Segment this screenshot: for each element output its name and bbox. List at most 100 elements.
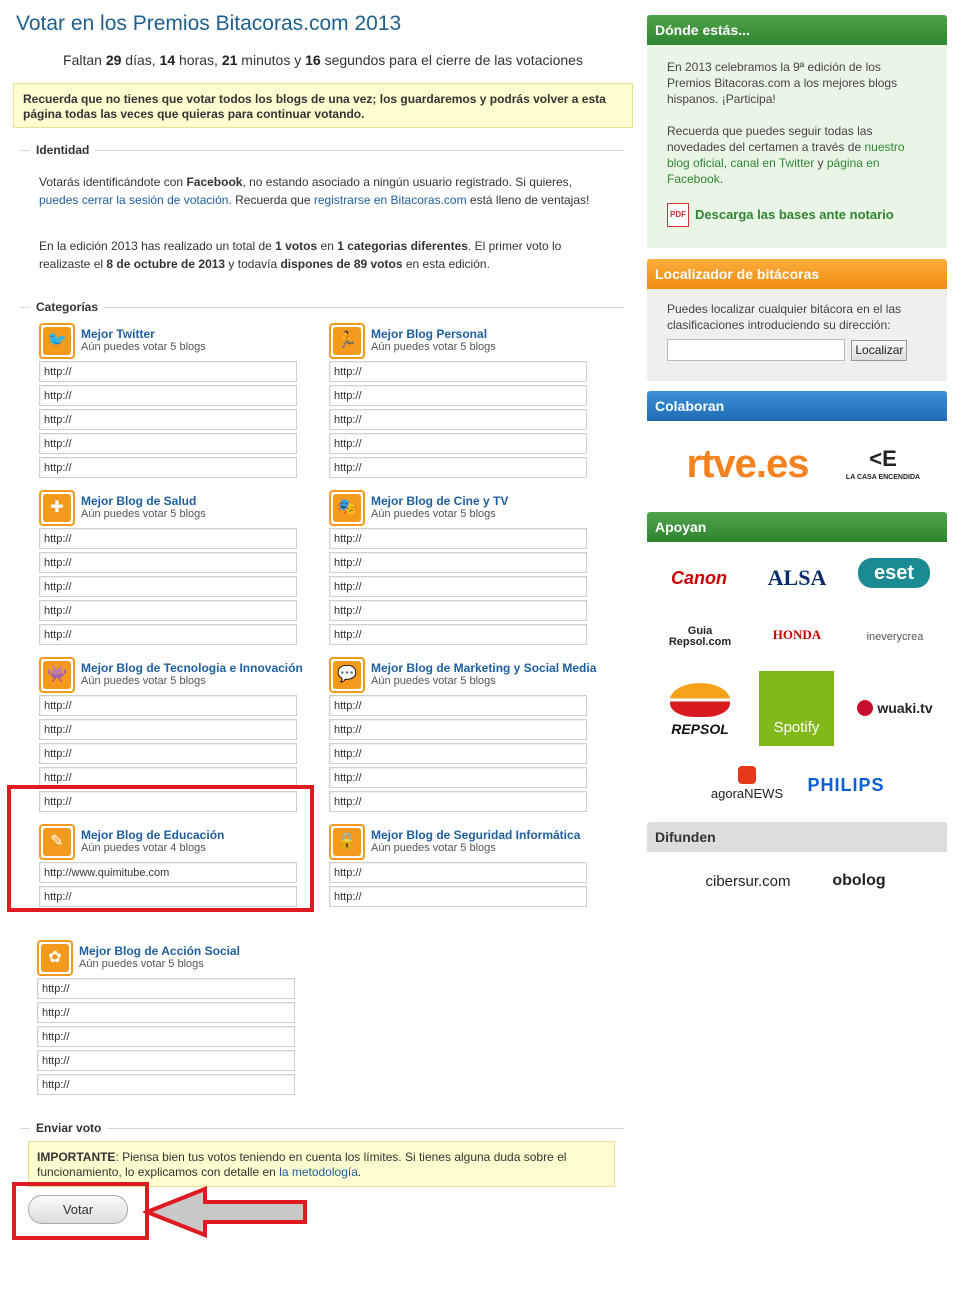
blog-url-field[interactable] bbox=[329, 695, 587, 716]
where-intro: En 2013 celebramos la 9ª edición de los … bbox=[667, 60, 898, 106]
categories-section: Categorías bbox=[20, 300, 624, 314]
blog-url-field[interactable] bbox=[329, 433, 587, 454]
identity-text: En la edición 2013 has realizado un tota… bbox=[39, 239, 276, 253]
countdown-hours: 14 bbox=[159, 52, 176, 68]
blog-url-field[interactable] bbox=[329, 457, 587, 478]
identity-section: Identidad Votarás identificándote con Fa… bbox=[20, 143, 624, 271]
methodology-link[interactable]: la metodología bbox=[279, 1165, 358, 1179]
blog-url-field[interactable] bbox=[37, 978, 295, 999]
blog-url-field[interactable] bbox=[329, 719, 587, 740]
agoranews-logo-text: agoraNEWS bbox=[710, 785, 784, 801]
blog-url-field[interactable] bbox=[329, 576, 587, 597]
blog-url-field[interactable] bbox=[37, 1050, 295, 1071]
blog-url-field[interactable] bbox=[329, 791, 587, 812]
flower-icon: ✿ bbox=[37, 940, 73, 976]
canon-logo[interactable]: Canon bbox=[664, 565, 734, 591]
identity-text: , no estando asociado a ningún usuario r… bbox=[242, 175, 573, 189]
category-block: ✿ Mejor Blog de Acción Social Aún puedes v… bbox=[37, 940, 297, 1095]
philips-logo[interactable]: PHILIPS bbox=[803, 772, 889, 798]
category-title-link[interactable]: Mejor Blog de Marketing y Social Media bbox=[371, 661, 596, 675]
blog-url-field[interactable] bbox=[39, 624, 297, 645]
blog-url-input[interactable] bbox=[667, 339, 845, 361]
spotify-logo-text: Spotify bbox=[773, 719, 820, 736]
countdown-seconds: 16 bbox=[305, 52, 321, 68]
guia-repsol-logo[interactable]: Guia Repsol.com bbox=[664, 624, 736, 650]
blog-url-field[interactable] bbox=[37, 1074, 295, 1095]
category-title-link[interactable]: Mejor Blog de Tecnologia e Innovación bbox=[81, 661, 303, 675]
category-icon-glyph: 💬 bbox=[333, 661, 361, 689]
blog-url-field[interactable] bbox=[329, 600, 587, 621]
category-title-link[interactable]: Mejor Blog de Acción Social bbox=[79, 944, 240, 958]
eset-logo[interactable]: eset bbox=[858, 558, 930, 588]
category-title-link[interactable]: Mejor Blog de Cine y TV bbox=[371, 494, 508, 508]
twitter-channel-link[interactable]: canal en Twitter bbox=[730, 156, 814, 170]
blog-url-field[interactable] bbox=[39, 719, 297, 740]
blog-url-field[interactable] bbox=[329, 528, 587, 549]
casa-encendida-text: LA CASA ENCENDIDA bbox=[845, 473, 921, 481]
collaborate-panel: Colaboran bbox=[647, 391, 947, 421]
category-title-link[interactable]: Mejor Blog Personal bbox=[371, 327, 487, 341]
category-icon-glyph: 🎭 bbox=[333, 494, 361, 522]
category-icon-glyph: 🐦 bbox=[43, 327, 71, 355]
casa-encendida-logo[interactable]: <E LA CASA ENCENDIDA bbox=[842, 443, 924, 485]
blog-url-field[interactable] bbox=[39, 600, 297, 621]
register-link[interactable]: registrarse en Bitacoras.com bbox=[314, 193, 467, 207]
honda-logo[interactable]: HONDA bbox=[757, 624, 837, 646]
alsa-logo[interactable]: ALSA bbox=[757, 563, 837, 593]
category-icon-glyph: ✿ bbox=[41, 944, 69, 972]
blog-url-field[interactable] bbox=[37, 1026, 295, 1047]
locate-button[interactable]: Localizar bbox=[851, 339, 908, 361]
close-voting-session-link[interactable]: puedes cerrar la sesión de votación bbox=[39, 193, 228, 207]
category-title-link[interactable]: Mejor Twitter bbox=[81, 327, 155, 341]
category-title-link[interactable]: Mejor Blog de Seguridad Informática bbox=[371, 828, 580, 842]
ineverycrea-logo[interactable]: ineverycrea bbox=[857, 624, 933, 650]
identity-text: en esta edición. bbox=[402, 257, 490, 271]
blog-url-field[interactable] bbox=[39, 385, 297, 406]
category-header: 🐦 Mejor Twitter Aún puedes votar 5 blogs bbox=[39, 323, 299, 359]
rtve-logo[interactable]: rtve.es bbox=[675, 438, 820, 490]
blog-url-field[interactable] bbox=[39, 743, 297, 764]
wuaki-logo[interactable]: wuaki.tv bbox=[855, 695, 935, 721]
annotation-arrow-icon bbox=[143, 1186, 307, 1238]
blog-url-field[interactable] bbox=[39, 361, 297, 382]
category-icon-glyph: 🔒 bbox=[333, 828, 361, 856]
obolog-logo[interactable]: obolog bbox=[822, 870, 896, 892]
blog-url-field[interactable] bbox=[39, 695, 297, 716]
category-header: 🔒 Mejor Blog de Seguridad Informática Aún … bbox=[329, 824, 589, 860]
where-follow-text: y bbox=[814, 156, 827, 170]
blog-url-field[interactable] bbox=[329, 862, 587, 883]
repsol-logo[interactable]: REPSOL bbox=[660, 680, 740, 740]
pdf-icon: PDF bbox=[667, 203, 689, 227]
blog-url-field[interactable] bbox=[39, 528, 297, 549]
locator-heading: Localizador de bitácoras bbox=[647, 259, 947, 289]
blog-url-field[interactable] bbox=[329, 767, 587, 788]
casa-encendida-mark-icon: <E bbox=[869, 445, 897, 471]
total-categories: 1 categorias diferentes bbox=[337, 239, 468, 253]
blog-url-field[interactable] bbox=[329, 361, 587, 382]
category-remaining-votes: Aún puedes votar 5 blogs bbox=[81, 341, 206, 353]
repsol-logo-text: REPSOL bbox=[671, 721, 729, 737]
blog-url-field[interactable] bbox=[39, 576, 297, 597]
download-rules-link[interactable]: PDF Descarga las bases ante notario bbox=[667, 203, 927, 227]
blog-url-field[interactable] bbox=[39, 433, 297, 454]
blog-url-field[interactable] bbox=[329, 409, 587, 430]
blog-url-field[interactable] bbox=[329, 552, 587, 573]
countdown-prefix: Faltan bbox=[63, 52, 106, 68]
blog-url-field[interactable] bbox=[39, 409, 297, 430]
blog-url-field[interactable] bbox=[39, 552, 297, 573]
blog-url-field[interactable] bbox=[329, 624, 587, 645]
blog-url-field[interactable] bbox=[39, 457, 297, 478]
space-invader-icon: 👾 bbox=[39, 657, 75, 693]
cibersur-logo[interactable]: cibersur.com bbox=[700, 870, 796, 892]
blog-url-field[interactable] bbox=[37, 1002, 295, 1023]
category-icon-glyph: 👾 bbox=[43, 661, 71, 689]
spread-panel: Difunden bbox=[647, 822, 947, 852]
category-header: ✚ Mejor Blog de Salud Aún puedes votar 5 b… bbox=[39, 490, 299, 526]
spotify-logo[interactable]: Spotify bbox=[759, 671, 834, 746]
blog-url-field[interactable] bbox=[329, 886, 587, 907]
blog-url-field[interactable] bbox=[329, 743, 587, 764]
category-title-link[interactable]: Mejor Blog de Salud bbox=[81, 494, 196, 508]
blog-url-field[interactable] bbox=[329, 385, 587, 406]
agoranews-logo[interactable]: agoraNEWS bbox=[704, 765, 790, 801]
category-block: 🏃 Mejor Blog Personal Aún puedes votar 5 b… bbox=[329, 323, 589, 478]
